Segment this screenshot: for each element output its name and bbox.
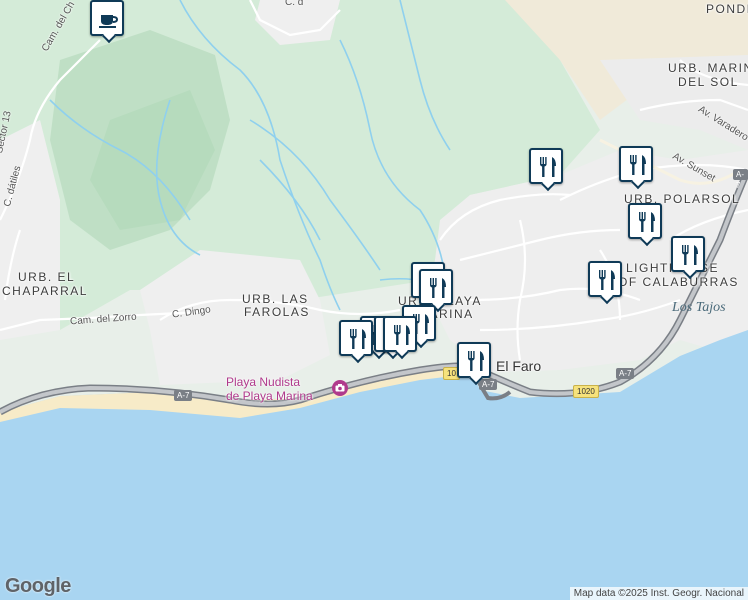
restaurant-marker-11[interactable] [383,316,417,352]
map-base-layer [0,0,748,600]
road-shield-1020: 1020 [573,385,599,398]
restaurant-marker-3[interactable] [628,203,662,239]
restaurant-marker-5[interactable] [588,261,622,297]
coffee-cup-icon [99,15,119,28]
fork-knife-icon [430,278,446,298]
poi-label-line-1: Playa Nudista [226,375,301,389]
restaurant-marker-12[interactable] [339,320,373,356]
fork-knife-icon [350,329,366,349]
area-label-las-farolas-2: FAROLAS [244,305,310,319]
restaurant-marker-7[interactable] [419,269,453,305]
area-label-lighthouse-2: OF CALABURRAS [618,275,739,289]
road-shield-a7-west: A-7 [174,390,193,401]
fork-knife-icon [540,157,556,177]
restaurant-marker-13[interactable] [457,342,491,378]
fork-knife-icon [599,270,615,290]
area-label-marina-del-sol-1: URB. MARIN [668,61,748,75]
fork-knife-icon [682,245,698,265]
fork-knife-icon [639,212,655,232]
restaurant-marker-4[interactable] [671,236,705,272]
google-logo: Google [5,575,71,597]
street-label-top-road: C. d [285,0,304,8]
restaurant-marker-1[interactable] [529,148,563,184]
road-shield-a7-east: A-7 [616,368,635,379]
map-canvas[interactable]: PONDI URB. MARIN DEL SOL URB. POLARSOL U… [0,0,748,600]
camera-icon[interactable] [332,380,348,396]
place-label-el-faro: El Faro [496,358,542,374]
restaurant-marker-2[interactable] [619,146,653,182]
area-label-el-chaparral-1: URB. EL [18,270,76,284]
cafe-marker[interactable] [90,0,124,36]
poi-label-line-2: de Playa Marina [226,389,313,403]
road-shield-a7-top-right: A-7 [733,169,748,190]
fork-knife-icon [394,325,410,345]
place-label-los-tajos: Los Tajos [672,300,726,315]
map-attribution[interactable]: Map data ©2025 Inst. Geogr. Nacional [569,587,748,600]
fork-knife-icon [468,351,484,371]
area-label-pondi: PONDI [706,2,748,16]
area-label-el-chaparral-2: CHAPARRAL [2,284,88,298]
road-shield-a7-center: A-7 [479,379,498,390]
area-label-marina-del-sol-2: DEL SOL [678,75,739,89]
fork-knife-icon [630,155,646,175]
